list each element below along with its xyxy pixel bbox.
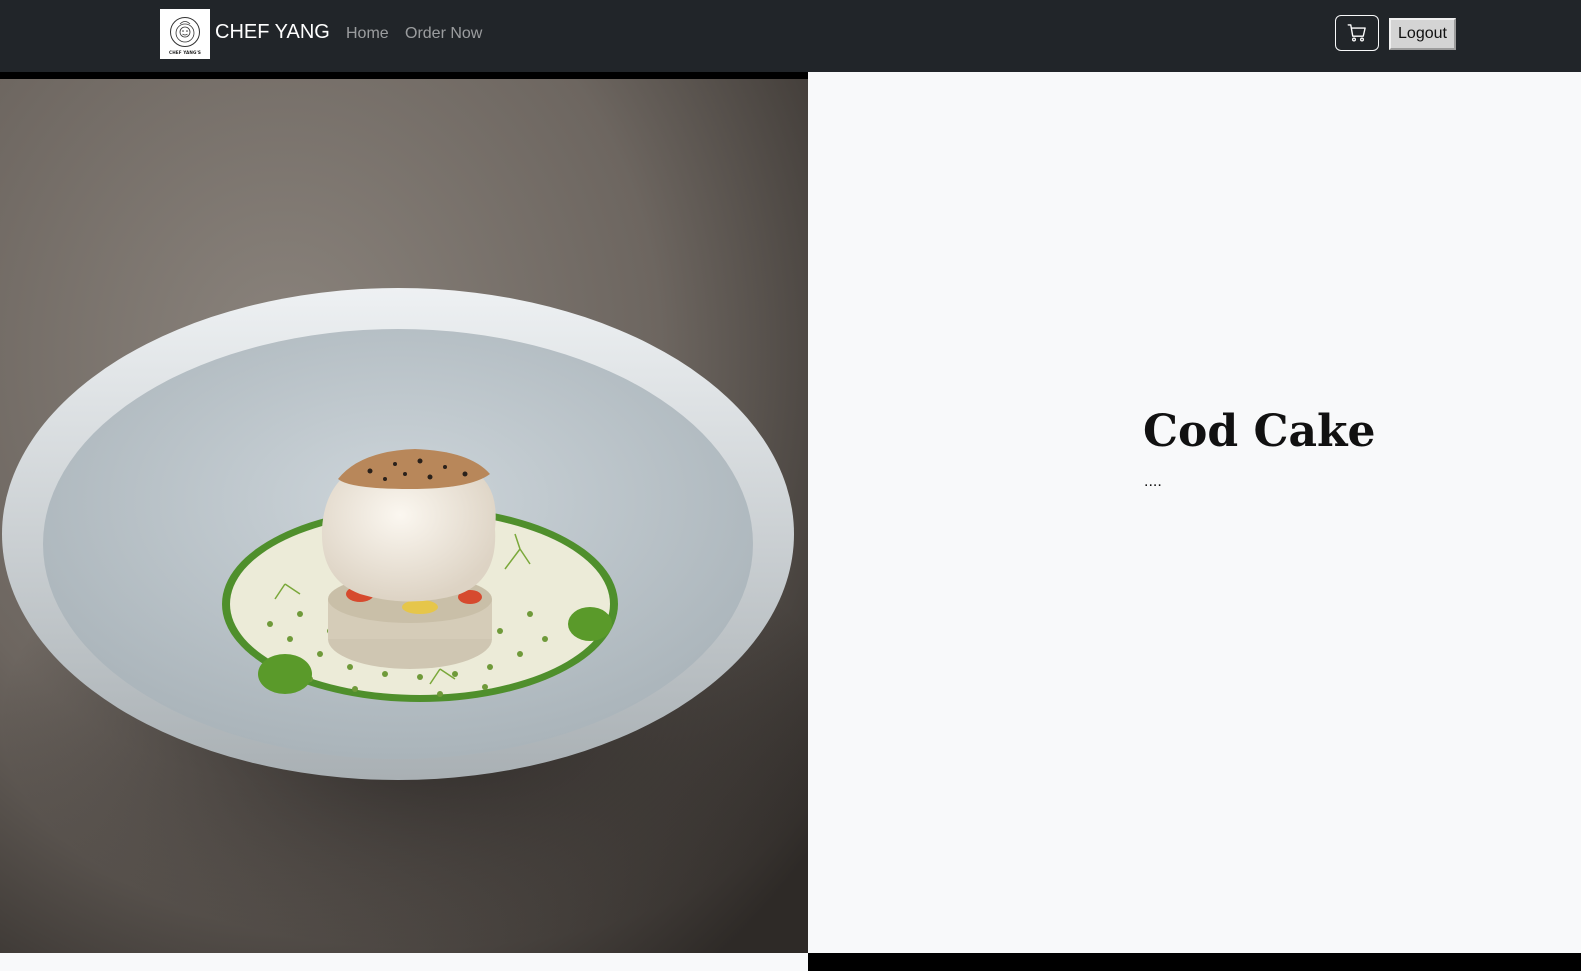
footer-strip-left — [0, 953, 808, 971]
brand-name[interactable]: CHEF YANG — [215, 20, 330, 44]
dish-title: Cod Cake — [1143, 406, 1376, 457]
cart-button[interactable] — [1335, 15, 1379, 51]
brand-logo[interactable]: CHEF YANG'S — [160, 9, 210, 59]
logout-button[interactable]: Logout — [1389, 18, 1456, 50]
cart-icon — [1347, 24, 1366, 42]
dish-image — [0, 72, 808, 953]
dish-detail-panel: Cod Cake .... — [808, 72, 1581, 953]
brand-logo-text: CHEF YANG'S — [169, 49, 201, 55]
dish-photo — [0, 79, 808, 953]
dish-description: .... — [1144, 473, 1162, 490]
chef-logo-icon — [170, 16, 200, 47]
footer-strip-right — [808, 953, 1581, 971]
nav-link-order-now[interactable]: Order Now — [405, 23, 482, 45]
navbar: CHEF YANG'S CHEF YANG Home Order Now Log… — [0, 0, 1581, 72]
nav-link-home[interactable]: Home — [346, 23, 389, 45]
